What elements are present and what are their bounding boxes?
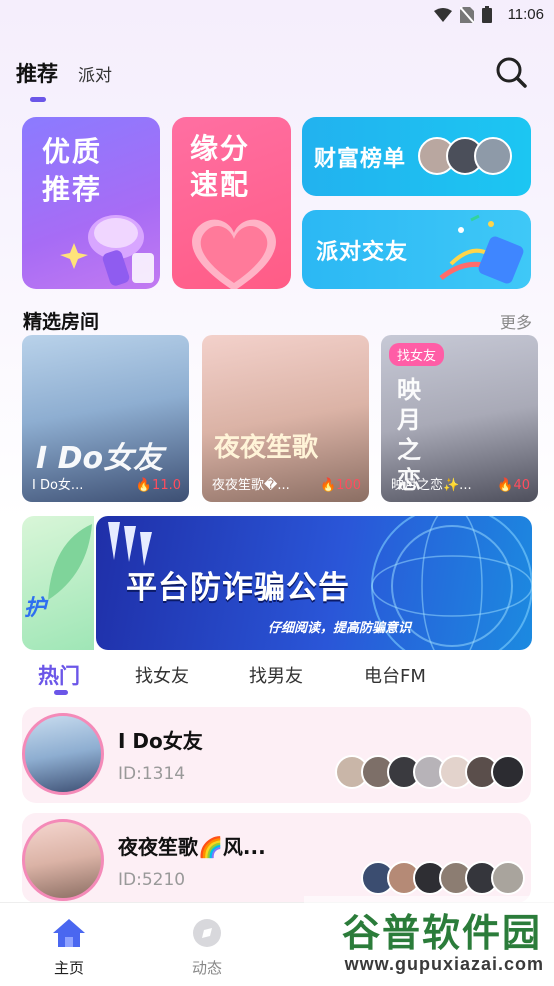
search-icon[interactable] [494, 55, 528, 89]
more-link[interactable]: 更多 [500, 309, 532, 333]
room-name: 夜夜笙歌�... [212, 478, 290, 493]
leaf-icon [48, 524, 92, 600]
party-popper-icon [439, 214, 524, 284]
battery-icon [482, 6, 492, 23]
room-heat: 🔥100 [320, 478, 361, 493]
status-time: 11:06 [507, 6, 544, 23]
fire-icon: 🔥 [319, 478, 337, 493]
watermark-brand: 谷普软件园 [341, 911, 542, 955]
anti-fraud-banner[interactable]: 平台防诈骗公告 仔细阅读，提高防骗意识 [96, 516, 532, 650]
quality-card-line1: 优质 [42, 135, 103, 168]
tab-party[interactable]: 派对 [78, 61, 112, 86]
moments-icon [193, 919, 221, 947]
room-card[interactable]: 找女友 映月之恋 映月之恋✨... 🔥40 [381, 335, 538, 502]
party-card-label: 派对交友 [316, 240, 409, 265]
room-avatar [22, 819, 104, 901]
room-cover-text: I Do女友 [36, 441, 164, 476]
home-icon [53, 919, 85, 947]
category-tabs: 热门 找女友 找男友 电台FM [38, 660, 518, 700]
room-card[interactable]: 夜夜笙歌 夜夜笙歌�... 🔥100 [202, 335, 369, 502]
list-item[interactable]: I Do女友 ID:1314 [22, 707, 531, 803]
featured-rooms-title: 精选房间 [23, 311, 100, 333]
room-heat: 🔥40 [497, 478, 530, 493]
fire-icon: 🔥 [135, 478, 153, 493]
avatar [491, 755, 525, 789]
no-sim-icon [460, 6, 474, 23]
room-heat-value: 40 [513, 478, 530, 493]
quality-recommend-card[interactable]: 优质 推荐 [22, 117, 160, 289]
tab-find-girlfriend[interactable]: 找女友 [135, 662, 189, 688]
party-friends-card[interactable]: 派对交友 [302, 210, 531, 289]
tab-find-boyfriend[interactable]: 找男友 [249, 662, 303, 688]
category-indicator [54, 690, 68, 695]
nav-home-label: 主页 [53, 959, 84, 977]
quality-card-label: 优质 推荐 [42, 133, 102, 209]
banner-prev-text: 护 [24, 596, 47, 621]
wealth-ranking-card[interactable]: 财富榜单 [302, 117, 531, 196]
nav-home[interactable]: 主页 [34, 917, 104, 978]
match-card-label: 缘分 速配 [190, 131, 250, 203]
banner-subtitle: 仔细阅读，提高防骗意识 [268, 621, 412, 636]
member-avatars [335, 755, 525, 789]
ranking-avatars [418, 137, 512, 175]
list-item[interactable]: 夜夜笙歌🌈风... ID:5210 [22, 813, 531, 903]
room-name: 映月之恋✨... [391, 478, 472, 493]
room-heat-value: 100 [336, 478, 361, 493]
trophy-microphone-icon [60, 215, 154, 286]
banner-previous-slide[interactable]: 护 [22, 516, 94, 650]
watermark: 谷普软件园 www.gupuxiazai.com [304, 896, 554, 986]
room-name: I Do女... [32, 478, 84, 493]
fate-match-card[interactable]: 缘分 速配 [172, 117, 291, 289]
avatar [474, 137, 512, 175]
member-avatars [361, 861, 525, 895]
room-cover-text: 夜夜笙歌 [214, 433, 319, 463]
wealth-card-label: 财富榜单 [314, 147, 407, 172]
room-id: ID:5210 [118, 870, 186, 890]
watermark-url: www.gupuxiazai.com [344, 954, 544, 974]
fire-icon: 🔥 [497, 478, 514, 493]
match-card-line2: 速配 [190, 168, 251, 201]
banner-title: 平台防诈骗公告 [126, 570, 350, 606]
room-title: I Do女友 [118, 729, 203, 753]
tab-recommend[interactable]: 推荐 [16, 58, 58, 88]
room-heat-value: 11.0 [152, 478, 181, 493]
nav-moments[interactable]: 动态 [172, 917, 242, 978]
room-heat: 🔥11.0 [136, 478, 181, 493]
room-tag: 找女友 [389, 343, 445, 366]
tab-indicator [30, 97, 46, 102]
room-card[interactable]: I Do女友 I Do女... 🔥11.0 [22, 335, 189, 502]
nav-moments-label: 动态 [191, 959, 222, 977]
avatar [491, 861, 525, 895]
wifi-icon [434, 7, 452, 22]
tab-radio-fm[interactable]: 电台FM [364, 662, 426, 688]
tab-hot[interactable]: 热门 [38, 660, 80, 690]
top-tabs: 推荐 派对 [16, 58, 112, 88]
room-title: 夜夜笙歌🌈风... [118, 835, 266, 859]
status-bar: 11:06 [0, 0, 554, 30]
heart-icon [192, 219, 276, 289]
room-id: ID:1314 [118, 764, 186, 784]
match-card-line1: 缘分 [190, 132, 251, 165]
room-avatar [22, 713, 104, 795]
status-icons [434, 6, 492, 23]
